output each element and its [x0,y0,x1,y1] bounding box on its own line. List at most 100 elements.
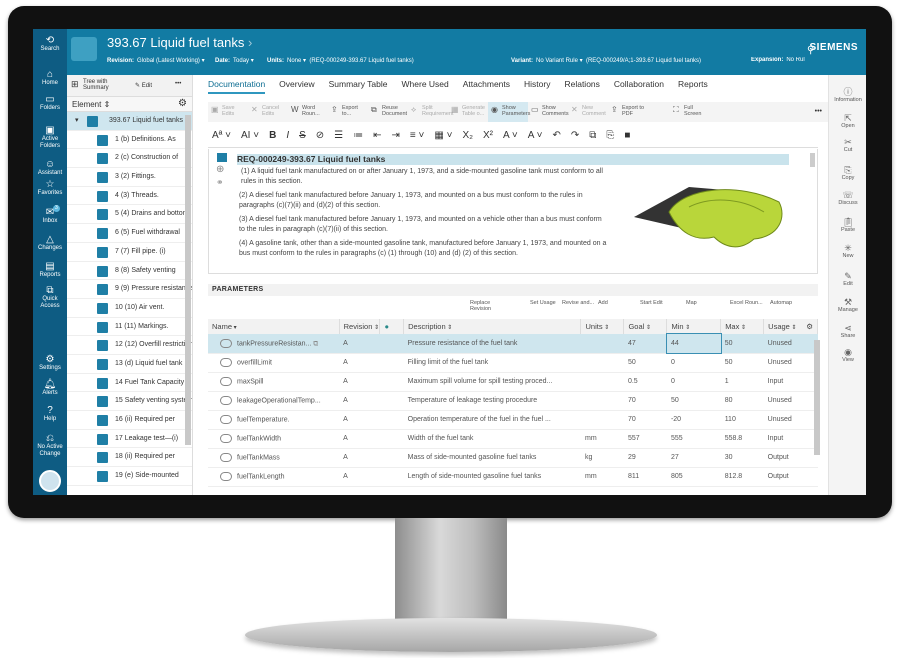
tree-item[interactable]: 4 (3) Threads. [67,187,192,206]
word-roun--button[interactable]: W Word Roun... [288,102,328,122]
format-button[interactable]: ⊘ [316,130,324,141]
table-row[interactable]: fuelTankMass A Mass of side-mounted gasoli… [208,448,818,468]
nav-item-quick-access[interactable]: ⧉ Quick Access [33,285,67,310]
nav-item-assistant[interactable]: ☺ Assistant [33,159,67,177]
sort-icon[interactable]: ⇕ [790,325,797,331]
column-header[interactable]: Units ⇕ [580,319,625,334]
expand-chevron-icon[interactable]: ▾ [75,112,79,130]
format-button[interactable]: A ˅ [528,130,543,141]
show-comments-button[interactable]: ▭ Show Comments [528,102,569,122]
open-icon[interactable]: ⧉ [311,340,318,347]
format-button[interactable]: ⎘ [606,130,614,141]
nav-item-favorites[interactable]: ☆ Favorites [33,179,67,197]
format-button[interactable]: ⧉ [589,130,596,141]
nav-item-search[interactable]: ⟲ Search [33,35,67,53]
column-header[interactable]: Goal ⇕ [623,319,668,334]
new-comment-button[interactable]: ✕ New Comment [568,102,608,122]
nav-item-home[interactable]: ⌂ Home [33,69,67,87]
format-button[interactable]: ↷ [571,130,579,141]
nav-item-changes[interactable]: △ Changes [33,234,67,252]
tab-relations[interactable]: Relations [564,79,599,92]
nav-item-inbox[interactable]: ✉ Inbox 3 [33,205,67,225]
revise-and--button[interactable]: Revise and... [562,300,602,306]
full-screen-button[interactable]: ⛶ Full Screen [670,102,710,122]
export-to-pdf-button[interactable]: ⇪ Export to PDF [608,102,648,122]
format-button[interactable]: ▦ ˅ [434,130,452,141]
format-button[interactable]: ⇤ [373,130,381,141]
nav-item-help[interactable]: ? Help [33,405,67,423]
column-header[interactable]: Description ⇕ [403,319,582,334]
more-button[interactable]: ••• [175,81,181,87]
format-button[interactable]: ↶ [553,130,561,141]
format-button[interactable]: ■ [624,130,630,141]
tab-summary-table[interactable]: Summary Table [329,79,388,92]
nav-item-folders[interactable]: ▭ Folders [33,94,67,112]
format-button[interactable]: X² [483,130,493,141]
tree-item[interactable]: 16 (ii) Required per [67,411,192,430]
column-header[interactable]: ● [379,319,405,334]
add-icon[interactable]: ⊕ [216,164,224,175]
tree-item[interactable]: 6 (5) Fuel withdrawal [67,224,192,243]
nav-item-reports[interactable]: ▤ Reports [33,261,67,279]
add-button[interactable]: Add [598,300,638,306]
tree-item[interactable]: ▾ 393.67 Liquid fuel tanks [67,112,192,131]
show-parameters-button[interactable]: ◉ Show Parameters [488,102,530,122]
excel-roun--button[interactable]: Excel Roun... [730,300,770,306]
reuse-document-button[interactable]: ⧉ Reuse Document [368,102,408,122]
sort-icon[interactable]: ▾ [232,325,237,331]
tree-item[interactable]: 12 (12) Overfill restriction [67,336,192,355]
more-button[interactable]: ••• [815,108,822,115]
column-header[interactable]: Name ▾ [208,319,340,334]
split-requirement-button[interactable]: ⟡ Split Requirement [408,102,454,122]
gear-icon[interactable]: ⚙ [178,98,187,109]
tab-collaboration[interactable]: Collaboration [614,79,664,92]
edit-button[interactable]: ✎ Edit [135,82,152,89]
sort-icon[interactable]: ⇕ [739,325,746,331]
table-row[interactable]: leakageOperationalTemp... A Temperature of… [208,391,818,411]
column-header[interactable]: Usage ⇕ ⚙ [763,319,818,334]
format-button[interactable]: ⇥ [392,130,400,141]
map-button[interactable]: Map [686,300,726,306]
sidebar-item-share[interactable]: ⋖ Share [829,323,866,339]
tab-where-used[interactable]: Where Used [402,79,449,92]
tree-item[interactable]: 1 (b) Definitions. As [67,131,192,150]
sidebar-item-new[interactable]: ✳ New [829,243,866,259]
column-header[interactable]: Max ⇕ [720,319,765,334]
tab-overview[interactable]: Overview [279,79,314,92]
tree-item[interactable]: 13 (d) Liquid fuel tank [67,355,192,374]
revision-select[interactable]: Revision: Global (Latest Working) ▾ [107,57,205,64]
tree-item[interactable]: 9 (9) Pressure resistance [67,280,192,299]
link-icon[interactable]: ⚭ [216,177,224,188]
start-edit-button[interactable]: Start Edit [640,300,680,306]
sidebar-item-view[interactable]: ◉ View [829,347,866,363]
date-select[interactable]: Date: Today ▾ [215,57,254,64]
element-column-header[interactable]: Element ⇕ ⚙ [67,97,192,112]
sidebar-item-manage[interactable]: ⚒ Manage [829,297,866,313]
sidebar-item-edit[interactable]: ✎ Edit [829,271,866,287]
sidebar-item-open[interactable]: ⇱ Open [829,113,866,129]
format-button[interactable]: ≡ ˅ [410,130,424,141]
document-editor[interactable]: ⊕ ⚭ REQ-000249-393.67 Liquid fuel tanks … [208,149,818,274]
avatar[interactable] [39,470,61,492]
table-row[interactable]: tankPressureResistan... ⧉ A Pressure resis… [208,333,818,354]
doc-scrollbar[interactable] [810,153,815,167]
units-select[interactable]: Units: None ▾ (REQ-000249-393.67 Liquid f… [267,57,414,64]
column-header[interactable]: Min ⇕ [666,319,722,334]
nav-item-no-active-change[interactable]: ⎌ No Active Change [33,433,67,458]
tree-item[interactable]: 3 (2) Fittings. [67,168,192,187]
tree-item[interactable]: 19 (e) Side-mounted [67,467,192,486]
nav-item-settings[interactable]: ⚙ Settings [33,354,67,372]
gear-icon[interactable]: ⚙ [806,322,813,331]
format-button[interactable]: ≔ [353,130,363,141]
table-row[interactable]: overfillLimit A Filling limit of the fuel … [208,353,818,373]
tree-item[interactable]: 18 (ii) Required per [67,448,192,468]
replace-revision-button[interactable]: Replace Revision [470,300,510,312]
sort-icon[interactable]: ⇕ [372,325,379,331]
table-cell[interactable]: 44 [665,333,722,354]
column-header[interactable]: Revision ⇕ [339,319,381,334]
nav-item-active-folders[interactable]: ▣ Active Folders [33,125,67,150]
format-button[interactable]: I [286,130,289,141]
tree-item[interactable]: 17 Leakage test—(i) [67,430,192,449]
tab-attachments[interactable]: Attachments [463,79,510,92]
variant-select[interactable]: Variant: No Variant Rule ▾ (REQ-000249/A;… [511,57,701,64]
